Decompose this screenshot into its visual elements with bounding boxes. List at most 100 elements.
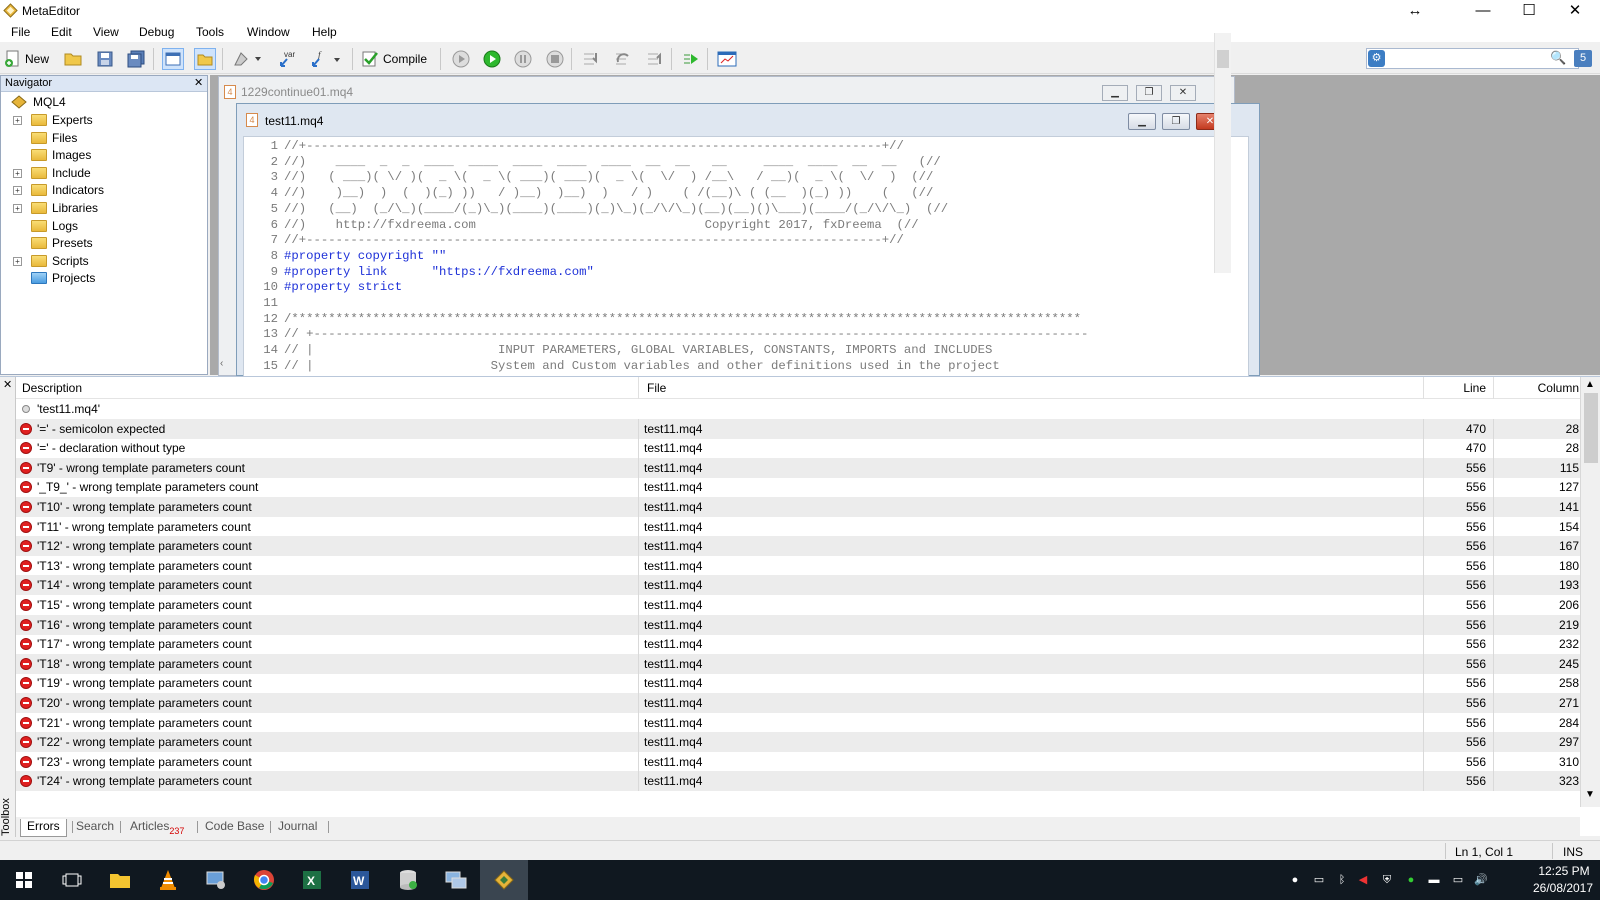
code-line[interactable]: 12 /*************************************… [244,311,1248,327]
error-row[interactable]: 'T11' - wrong template parameters count t… [16,516,1580,537]
run-to-cursor-icon[interactable] [680,48,702,70]
search-icon[interactable]: 🔍 [1550,50,1566,66]
error-row[interactable]: 'T24' - wrong template parameters count t… [16,771,1580,792]
maximize-button[interactable]: ☐ [1506,0,1552,22]
code-line[interactable]: 1 //+------------------------------------… [244,138,1248,154]
bg-close-button[interactable]: ✕ [1170,85,1196,101]
code-line[interactable]: 2 //) ____ _ _ ____ ____ ____ ____ ____ _… [244,154,1248,170]
step-out-icon[interactable] [644,48,666,70]
tab-errors[interactable]: Errors [20,819,67,837]
menu-window[interactable]: Window [247,25,290,39]
code-line[interactable]: 4 //) )__) ) ( )(_) )) / )__) )__) ) / ) … [244,185,1248,201]
database-taskbar-button[interactable] [384,860,432,900]
error-row[interactable]: 'T12' - wrong template parameters count t… [16,536,1580,557]
code-line[interactable]: 13 // +----------------------------------… [244,326,1248,342]
tree-root-mql4[interactable]: MQL4 [1,93,207,111]
debug-start-icon[interactable] [481,48,503,70]
step-over-icon[interactable] [612,48,634,70]
volume-icon[interactable]: 🔊 [1473,872,1489,888]
remote-app-taskbar-button[interactable] [432,860,480,900]
error-row[interactable]: 'T14' - wrong template parameters count t… [16,575,1580,596]
error-row[interactable]: 'T19' - wrong template parameters count t… [16,673,1580,694]
chat-tray-icon[interactable]: ● [1287,872,1303,888]
error-row[interactable]: 'T22' - wrong template parameters count t… [16,732,1580,753]
column-header-description[interactable]: Description [22,381,82,395]
menu-edit[interactable]: Edit [51,25,72,39]
scroll-left-icon[interactable]: ‹ [220,358,223,369]
debug-restart-icon[interactable] [450,48,472,70]
clock-time[interactable]: 12:25 PM [1534,864,1594,878]
scroll-up-icon[interactable]: ▲ [1585,379,1595,390]
tree-item-libraries[interactable]: + Libraries [1,199,207,217]
scroll-down-icon[interactable]: ▼ [1585,789,1595,800]
code-line[interactable]: 15 // | System and Custom variables and o… [244,358,1248,374]
tab-search[interactable]: Search [76,819,114,837]
code-line[interactable]: 8 #property copyright "" [244,248,1248,264]
tab-journal[interactable]: Journal [278,819,317,837]
debug-stop-icon[interactable] [544,48,566,70]
error-row[interactable]: 'T13' - wrong template parameters count t… [16,555,1580,576]
code-editor[interactable]: 1 //+------------------------------------… [243,136,1249,377]
code-line[interactable]: 9 #property link "https://fxdreema.com" [244,264,1248,280]
tree-item-images[interactable]: Images [1,146,207,164]
insert-function-icon[interactable]: f [309,48,343,70]
code-line[interactable]: 10 #property strict [244,279,1248,295]
clock-date[interactable]: 26/08/2017 [1528,881,1598,895]
error-row[interactable]: '_T9_' - wrong template parameters count… [16,477,1580,498]
error-row[interactable]: 'T18' - wrong template parameters count t… [16,653,1580,674]
error-row[interactable]: 'T10' - wrong template parameters count t… [16,497,1580,517]
menu-tools[interactable]: Tools [196,25,224,39]
menu-file[interactable]: File [11,25,30,39]
code-line[interactable]: 5 //) (__) (_/\_)(____/(_)\_)(____)(____)… [244,201,1248,217]
expand-icon[interactable]: + [13,186,22,196]
editor-vertical-scrollbar[interactable] [1214,33,1231,273]
column-header-column[interactable]: Column [1506,381,1579,395]
menu-view[interactable]: View [93,25,119,39]
error-row[interactable]: 'T21' - wrong template parameters count t… [16,712,1580,733]
security-lock-icon[interactable]: ● [1403,872,1419,888]
code-line[interactable]: 14 // | INPUT PARAMETERS, GLOBAL VARIABLE… [244,342,1248,358]
error-row[interactable]: 'T9' - wrong template parameters count te… [16,457,1580,478]
tree-item-include[interactable]: + Include [1,164,207,182]
error-row[interactable]: 'T23' - wrong template parameters count t… [16,751,1580,772]
editor-restore-button[interactable]: ❐ [1162,113,1190,130]
tree-item-logs[interactable]: Logs [1,217,207,235]
bg-minimize-button[interactable]: ▁ [1102,85,1128,101]
chrome-taskbar-button[interactable] [240,860,288,900]
error-row[interactable]: 'T15' - wrong template parameters count t… [16,595,1580,615]
tree-item-files[interactable]: Files [1,129,207,147]
column-header-line[interactable]: Line [1436,381,1486,395]
debug-pause-icon[interactable] [512,48,534,70]
error-row[interactable]: '=' - semicolon expected test11.mq4 470 28 [16,418,1580,439]
shield-icon[interactable]: ⛨ [1379,872,1395,888]
expand-icon[interactable]: + [13,256,22,266]
styler-dropdown-icon[interactable] [231,48,265,70]
new-button[interactable]: New [4,47,54,71]
insert-var-icon[interactable]: var [277,48,299,70]
tree-item-indicators[interactable]: + Indicators [1,181,207,199]
start-button[interactable] [0,860,48,900]
editor-minimize-button[interactable]: ▁ [1128,113,1156,130]
network-icon[interactable]: ▭ [1450,872,1466,888]
open-folder-icon[interactable] [62,48,84,70]
bg-restore-button[interactable]: ❐ [1136,85,1162,101]
chat-counter-icon[interactable]: 5 [1574,50,1592,67]
metaeditor-taskbar-button[interactable] [480,860,528,900]
search-input[interactable] [1366,48,1579,69]
tab-code-base[interactable]: Code Base [205,819,264,837]
save-all-icon[interactable] [125,48,147,70]
scrollbar-thumb[interactable] [1217,50,1229,68]
column-header-file[interactable]: File [647,381,666,395]
expand-icon[interactable]: + [13,116,22,125]
menu-help[interactable]: Help [312,25,337,39]
scrollbar-thumb[interactable] [1584,393,1598,463]
navigator-close-icon[interactable]: ✕ [194,76,203,89]
code-line[interactable]: 6 //) http://fxdreema.com Copyright 2017,… [244,217,1248,233]
save-icon[interactable] [94,48,116,70]
navigator-toggle-icon[interactable] [162,48,184,70]
resize-icon[interactable]: ↔ [1392,0,1438,22]
terminal-icon[interactable] [716,48,738,70]
file-explorer-taskbar-button[interactable] [96,860,144,900]
device-tray-icon[interactable]: ▭ [1311,872,1327,888]
task-view-button[interactable] [48,860,96,900]
